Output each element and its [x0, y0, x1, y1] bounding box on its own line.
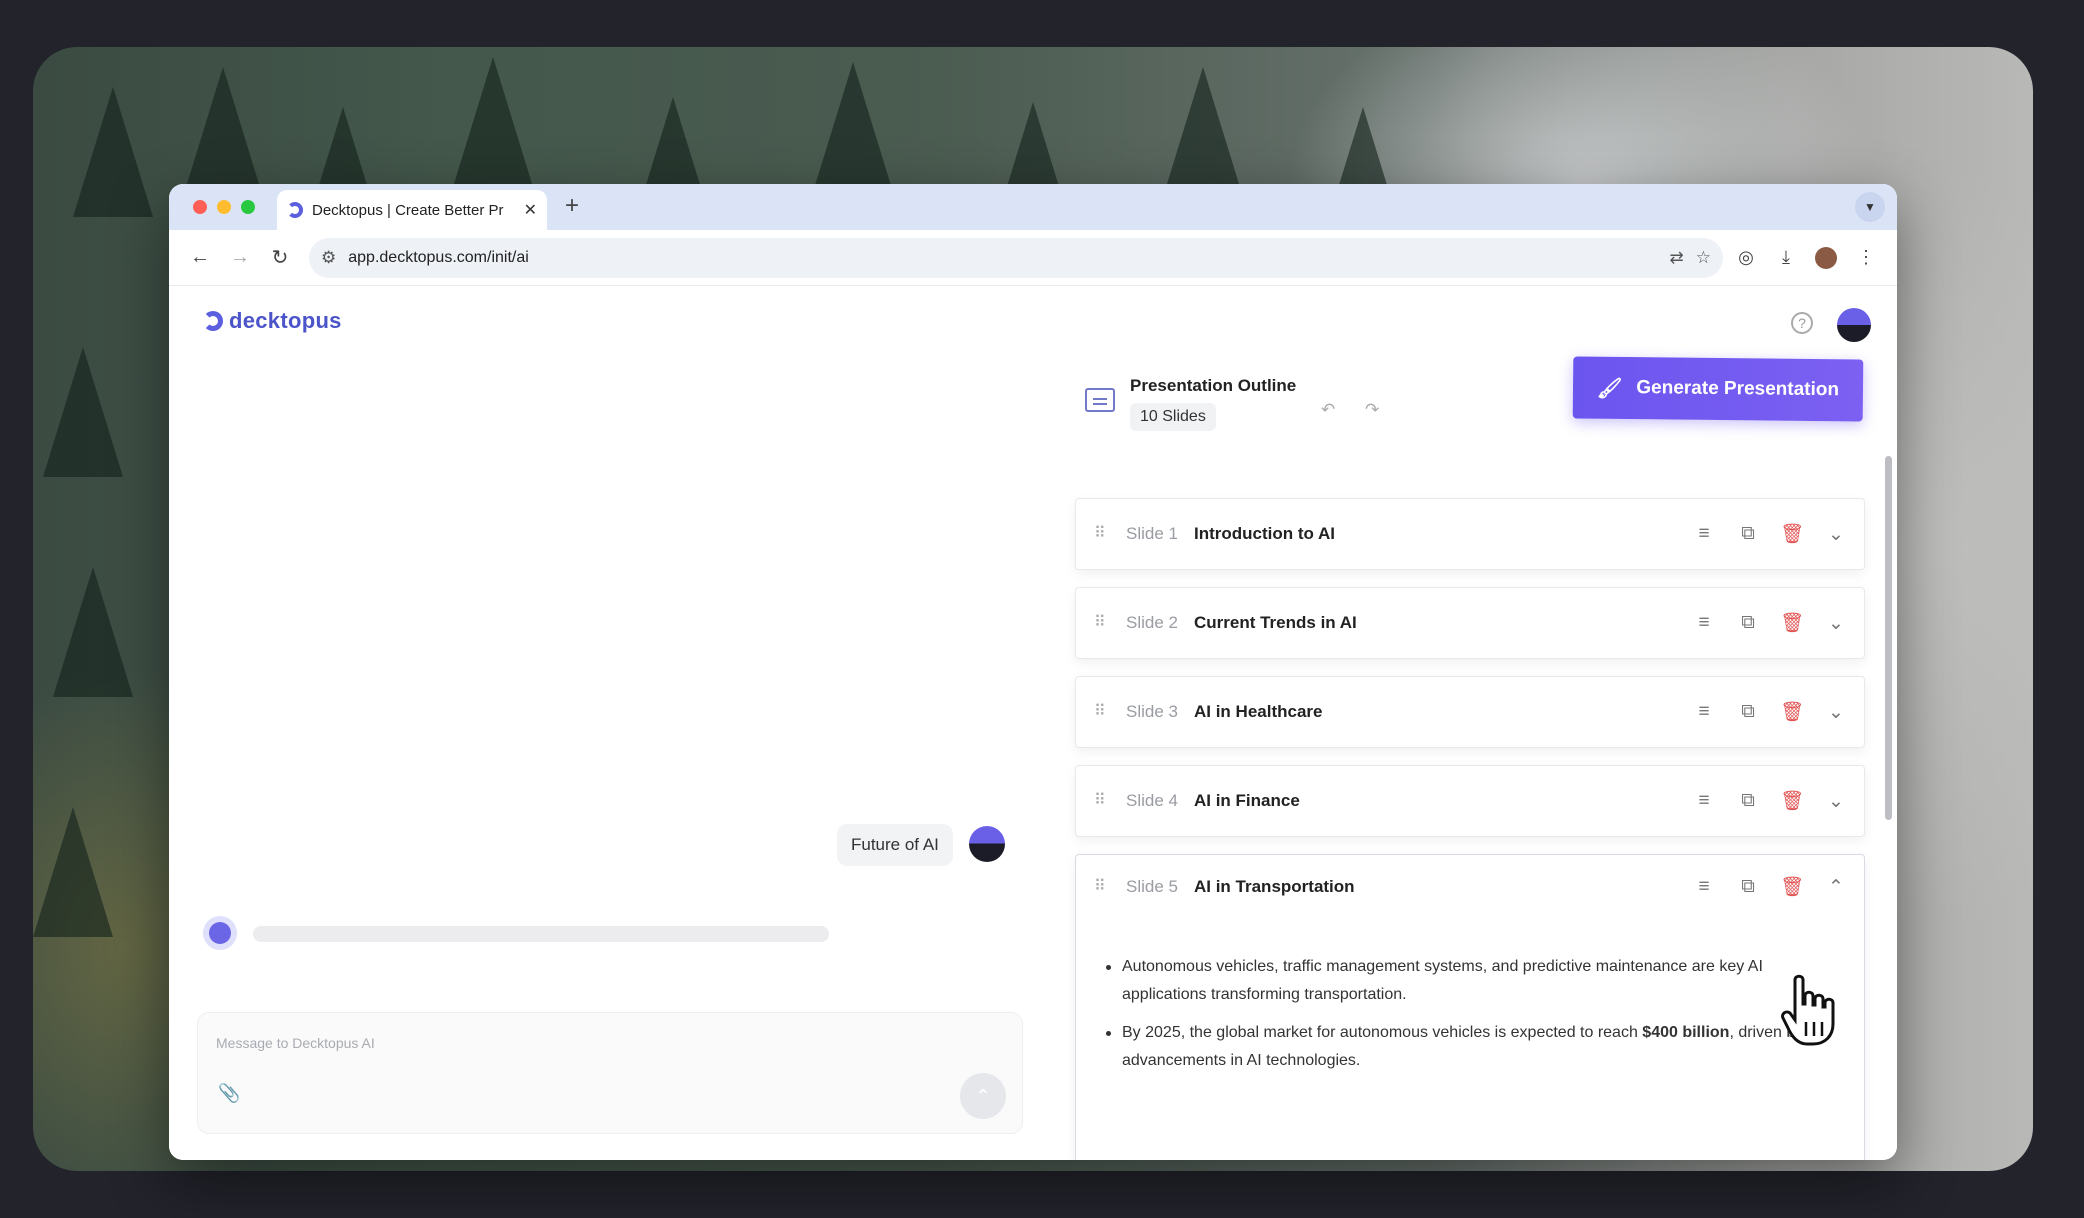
browser-toolbar: ← → ↻ ⚙ app.decktopus.com/init/ai ⇄ ☆ ◎ … [169, 230, 1897, 286]
drag-handle-icon[interactable]: ⠿ [1094, 704, 1106, 720]
copy-icon[interactable]: ⧉ [1736, 789, 1760, 813]
drag-handle-icon[interactable]: ⠿ [1094, 526, 1106, 542]
minimize-window-button[interactable] [217, 200, 231, 214]
redo-icon[interactable]: ↷ [1365, 400, 1379, 420]
tab-title: Decktopus | Create Better Pr [312, 201, 504, 219]
maximize-window-button[interactable] [241, 200, 255, 214]
slide-card-5[interactable]: ⠿ Slide 5 AI in Transportation ≡ ⧉ 🗑 ⌃ A… [1075, 854, 1865, 1160]
decktopus-logo[interactable]: decktopus [203, 308, 342, 334]
slide-number: Slide 2 [1126, 613, 1178, 632]
send-button[interactable]: ⌃ [960, 1073, 1006, 1119]
forward-arrow-icon[interactable]: → [223, 241, 257, 275]
drag-handle-icon[interactable]: ⠿ [1094, 879, 1106, 895]
trash-icon[interactable]: 🗑 [1780, 611, 1804, 635]
tab-bar: Decktopus | Create Better Pr ✕ + ▼ [169, 184, 1897, 230]
trash-icon[interactable]: 🗑 [1780, 700, 1804, 724]
browser-window: Decktopus | Create Better Pr ✕ + ▼ ← → ↻… [169, 184, 1897, 1160]
message-composer: 📎 ⌃ [197, 1012, 1023, 1134]
trash-icon[interactable]: 🗑 [1780, 875, 1804, 899]
drag-handle-icon[interactable]: ⠿ [1094, 615, 1106, 631]
copy-icon[interactable]: ⧉ [1736, 875, 1760, 899]
generate-button-label: Generate Presentation [1636, 377, 1840, 401]
slide-title[interactable]: Introduction to AI [1194, 524, 1692, 544]
slide-card-2[interactable]: ⠿ Slide 2 Current Trends in AI ≡ ⧉ 🗑 ⌄ [1075, 587, 1865, 659]
app-page: decktopus ? Future of AI 📎 ⌃ Presentatio… [169, 286, 1897, 1160]
chevron-up-icon[interactable]: ⌃ [1824, 875, 1848, 899]
chevron-down-icon[interactable]: ⌄ [1824, 611, 1848, 635]
slide-card-3[interactable]: ⠿ Slide 3 AI in Healthcare ≡ ⧉ 🗑 ⌄ [1075, 676, 1865, 748]
url-text[interactable]: app.decktopus.com/init/ai [348, 249, 1657, 267]
slide-bullets: Autonomous vehicles, traffic management … [1106, 953, 1846, 1085]
user-avatar[interactable] [1837, 308, 1871, 342]
edit-notes-icon[interactable]: ≡ [1692, 611, 1716, 635]
tab-search-chevron-icon[interactable]: ▼ [1855, 192, 1885, 222]
site-settings-icon[interactable]: ⚙ [321, 248, 336, 268]
edit-notes-icon[interactable]: ≡ [1692, 522, 1716, 546]
close-window-button[interactable] [193, 200, 207, 214]
user-message-avatar [969, 826, 1005, 862]
outline-title: Presentation Outline [1130, 376, 1297, 395]
logo-mark-icon [203, 311, 223, 331]
slide-title[interactable]: AI in Finance [1194, 791, 1692, 811]
slide-number: Slide 4 [1126, 791, 1178, 810]
slide-card-4[interactable]: ⠿ Slide 4 AI in Finance ≡ ⧉ 🗑 ⌄ [1075, 765, 1865, 837]
ai-response-loading-bar [253, 926, 829, 942]
drag-handle-icon[interactable]: ⠿ [1094, 793, 1106, 809]
extension-icon[interactable]: ◎ [1729, 241, 1763, 275]
chevron-down-icon[interactable]: ⌄ [1824, 522, 1848, 546]
slide-number: Slide 3 [1126, 702, 1178, 721]
tab-close-icon[interactable]: ✕ [524, 200, 537, 220]
logo-text: decktopus [229, 308, 342, 333]
bullet-item[interactable]: By 2025, the global market for autonomou… [1106, 1019, 1846, 1075]
slide-title[interactable]: Current Trends in AI [1194, 613, 1692, 633]
slide-title[interactable]: AI in Transportation [1194, 877, 1692, 897]
copy-icon[interactable]: ⧉ [1736, 611, 1760, 635]
undo-icon[interactable]: ↶ [1321, 400, 1335, 420]
new-tab-button[interactable]: + [565, 192, 579, 220]
folder-outline-icon [1085, 388, 1115, 412]
reload-icon[interactable]: ↻ [263, 241, 297, 275]
browser-tab-active[interactable]: Decktopus | Create Better Pr ✕ [277, 190, 547, 230]
bullet-item[interactable]: Autonomous vehicles, traffic management … [1106, 953, 1846, 1009]
chevron-down-icon[interactable]: ⌄ [1824, 789, 1848, 813]
download-icon[interactable]: ⤓ [1769, 241, 1803, 275]
copy-icon[interactable]: ⧉ [1736, 522, 1760, 546]
user-message-bubble: Future of AI [837, 824, 953, 866]
copy-icon[interactable]: ⧉ [1736, 700, 1760, 724]
slide-number: Slide 1 [1126, 524, 1178, 543]
back-arrow-icon[interactable]: ← [183, 241, 217, 275]
brush-icon: 🖌 [1596, 377, 1623, 400]
chevron-down-icon[interactable]: ⌄ [1824, 700, 1848, 724]
trash-icon[interactable]: 🗑 [1780, 789, 1804, 813]
star-icon[interactable]: ☆ [1696, 248, 1711, 268]
attach-icon[interactable]: 📎 [218, 1083, 240, 1104]
kebab-menu-icon[interactable]: ⋮ [1849, 241, 1883, 275]
hand-cursor-icon [1781, 974, 1835, 1046]
message-input[interactable] [216, 1035, 916, 1051]
edit-notes-icon[interactable]: ≡ [1692, 875, 1716, 899]
slide-number: Slide 5 [1126, 877, 1178, 896]
edit-notes-icon[interactable]: ≡ [1692, 700, 1716, 724]
slide-count-badge: 10 Slides [1130, 403, 1216, 431]
profile-icon[interactable] [1809, 241, 1843, 275]
edit-notes-icon[interactable]: ≡ [1692, 789, 1716, 813]
ai-avatar [203, 916, 237, 950]
slide-title[interactable]: AI in Healthcare [1194, 702, 1692, 722]
address-bar[interactable]: ⚙ app.decktopus.com/init/ai ⇄ ☆ [309, 237, 1723, 278]
trash-icon[interactable]: 🗑 [1780, 522, 1804, 546]
outline-scrollbar[interactable] [1885, 456, 1892, 820]
help-icon[interactable]: ? [1791, 312, 1813, 334]
generate-presentation-button[interactable]: 🖌 Generate Presentation [1572, 356, 1864, 422]
decktopus-favicon-icon [287, 202, 303, 218]
slide-card-1[interactable]: ⠿ Slide 1 Introduction to AI ≡ ⧉ 🗑 ⌄ [1075, 498, 1865, 570]
translate-icon[interactable]: ⇄ [1670, 248, 1684, 268]
